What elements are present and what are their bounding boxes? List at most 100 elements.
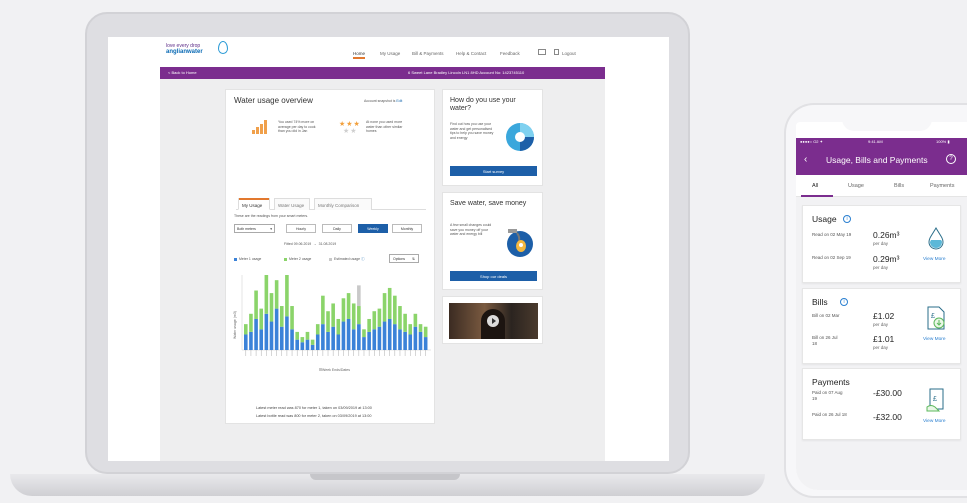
bar-segment-1[interactable]: [264, 313, 269, 350]
bar-segment-1[interactable]: [408, 334, 413, 350]
help-icon[interactable]: ?: [946, 154, 956, 164]
bar-segment-1[interactable]: [274, 308, 279, 350]
bar-segment-1[interactable]: [387, 318, 392, 350]
period-weekly-button[interactable]: Weekly: [358, 224, 388, 233]
bar-segment-2[interactable]: [249, 313, 253, 332]
bar-segment-2[interactable]: [326, 311, 330, 332]
info-icon[interactable]: i: [843, 215, 851, 223]
period-monthly-button[interactable]: Monthly: [392, 224, 422, 233]
bar-segment-1[interactable]: [269, 321, 274, 350]
bar-segment-2[interactable]: [290, 306, 294, 330]
bar-segment-1[interactable]: [244, 334, 248, 350]
tab-all[interactable]: All: [812, 183, 818, 189]
shop-deals-button[interactable]: Shop our deals: [450, 271, 537, 281]
tab-water-usage[interactable]: Water Usage: [274, 198, 310, 210]
nav-my-usage[interactable]: My Usage: [380, 51, 400, 56]
info-icon[interactable]: i: [840, 298, 848, 306]
bar-segment-2[interactable]: [264, 275, 269, 314]
bills-card[interactable]: Bills i Bill on 02 Mar £1.02 per day Bil…: [802, 288, 961, 364]
usage-view-more-link[interactable]: View More: [923, 257, 946, 262]
bar-segment-2[interactable]: [418, 324, 423, 332]
bar-segment-1[interactable]: [423, 337, 428, 350]
nav-help-contact[interactable]: Help & Contact: [456, 51, 486, 56]
bar-segment-2[interactable]: [259, 308, 264, 330]
bar-segment-2[interactable]: [403, 313, 407, 332]
bar-segment-1[interactable]: [357, 324, 361, 350]
bar-segment-1[interactable]: [377, 326, 382, 350]
bar-segment-2[interactable]: [423, 326, 428, 338]
options-button[interactable]: Options ⇅: [389, 254, 419, 263]
bar-segment-1[interactable]: [382, 321, 387, 350]
bar-segment-3[interactable]: [357, 285, 361, 307]
back-arrow-icon[interactable]: ‹: [804, 154, 807, 165]
bar-segment-1[interactable]: [300, 342, 305, 350]
bar-segment-2[interactable]: [362, 329, 366, 338]
bar-segment-1[interactable]: [351, 329, 356, 350]
usage-card[interactable]: Usage i Read on 02 May 19 0.26m³ per day…: [802, 205, 961, 283]
tab-usage[interactable]: Usage: [848, 183, 864, 189]
bar-segment-1[interactable]: [336, 334, 341, 350]
bar-segment-2[interactable]: [367, 318, 371, 332]
nav-feedback[interactable]: Feedback: [500, 51, 520, 56]
bar-segment-2[interactable]: [393, 295, 397, 325]
bar-segment-2[interactable]: [269, 293, 274, 322]
bar-segment-1[interactable]: [290, 329, 294, 350]
bar-segment-2[interactable]: [279, 306, 284, 327]
bar-segment-1[interactable]: [346, 318, 351, 350]
payments-view-more-link[interactable]: View More: [923, 419, 946, 424]
bar-segment-1[interactable]: [254, 318, 258, 350]
period-hourly-button[interactable]: Hourly: [286, 224, 316, 233]
bar-segment-2[interactable]: [310, 339, 315, 345]
bar-segment-1[interactable]: [259, 329, 264, 350]
bar-segment-2[interactable]: [377, 308, 382, 327]
bar-segment-1[interactable]: [393, 324, 397, 350]
bar-segment-2[interactable]: [372, 311, 377, 330]
payments-card[interactable]: Payments Paid on 07 Aug 19 -£30.00 Paid …: [802, 368, 961, 440]
bar-segment-2[interactable]: [331, 303, 335, 327]
bar-segment-2[interactable]: [382, 293, 387, 322]
bar-segment-2[interactable]: [295, 331, 299, 340]
back-to-home-link[interactable]: < Back to Home: [168, 70, 197, 75]
bar-segment-1[interactable]: [321, 324, 325, 350]
bar-segment-2[interactable]: [300, 337, 305, 343]
start-survey-button[interactable]: Start survey: [450, 166, 537, 176]
bar-segment-2[interactable]: [244, 324, 248, 335]
tab-my-usage[interactable]: My Usage: [238, 198, 270, 210]
nav-bill-payments[interactable]: Bill & Payments: [412, 51, 444, 56]
bar-segment-2[interactable]: [357, 306, 361, 325]
bar-segment-2[interactable]: [341, 298, 346, 322]
tab-bills[interactable]: Bills: [894, 183, 904, 189]
bar-segment-1[interactable]: [279, 326, 284, 350]
logo[interactable]: love every drop anglianwater: [166, 43, 203, 55]
bar-segment-2[interactable]: [285, 275, 289, 317]
logout-icon[interactable]: [554, 49, 559, 55]
bar-segment-2[interactable]: [305, 331, 310, 340]
bar-segment-1[interactable]: [372, 329, 377, 350]
bar-segment-1[interactable]: [285, 316, 289, 350]
bar-segment-1[interactable]: [413, 326, 418, 350]
bar-segment-1[interactable]: [315, 334, 320, 350]
bar-segment-2[interactable]: [346, 293, 351, 319]
edit-link[interactable]: Edit: [396, 99, 402, 103]
mail-icon[interactable]: [538, 49, 546, 55]
bar-segment-2[interactable]: [336, 318, 341, 335]
bar-segment-1[interactable]: [326, 331, 330, 350]
bar-segment-1[interactable]: [249, 331, 253, 350]
logout-link[interactable]: Logout: [562, 51, 576, 56]
bar-segment-1[interactable]: [367, 331, 371, 350]
bar-segment-2[interactable]: [387, 287, 392, 319]
meter-select[interactable]: Both meters ▾: [234, 224, 275, 233]
bar-segment-1[interactable]: [398, 329, 402, 350]
bar-segment-1[interactable]: [418, 331, 423, 350]
bar-segment-1[interactable]: [403, 331, 407, 350]
bar-segment-2[interactable]: [398, 306, 402, 330]
period-daily-button[interactable]: Daily: [322, 224, 352, 233]
bar-segment-2[interactable]: [274, 280, 279, 309]
play-icon[interactable]: [487, 315, 499, 327]
bar-segment-1[interactable]: [331, 326, 335, 350]
nav-home[interactable]: Home: [353, 51, 366, 59]
bar-segment-2[interactable]: [321, 295, 325, 325]
bar-segment-1[interactable]: [310, 344, 315, 350]
bills-view-more-link[interactable]: View More: [923, 337, 946, 342]
bar-segment-1[interactable]: [295, 339, 299, 350]
